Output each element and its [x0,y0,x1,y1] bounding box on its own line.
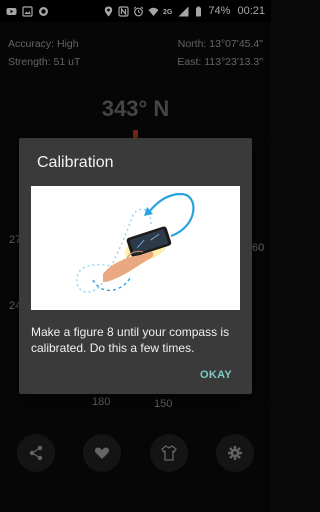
dialog-title: Calibration [37,154,114,171]
dialog-message: Make a figure 8 until your compass is ca… [31,325,230,355]
okay-button[interactable]: OKAY [200,369,232,381]
calibration-dialog: Calibration Make a figure 8 until your c… [19,138,252,394]
figure-eight-illustration [76,192,195,293]
calibration-illustration [31,186,240,310]
